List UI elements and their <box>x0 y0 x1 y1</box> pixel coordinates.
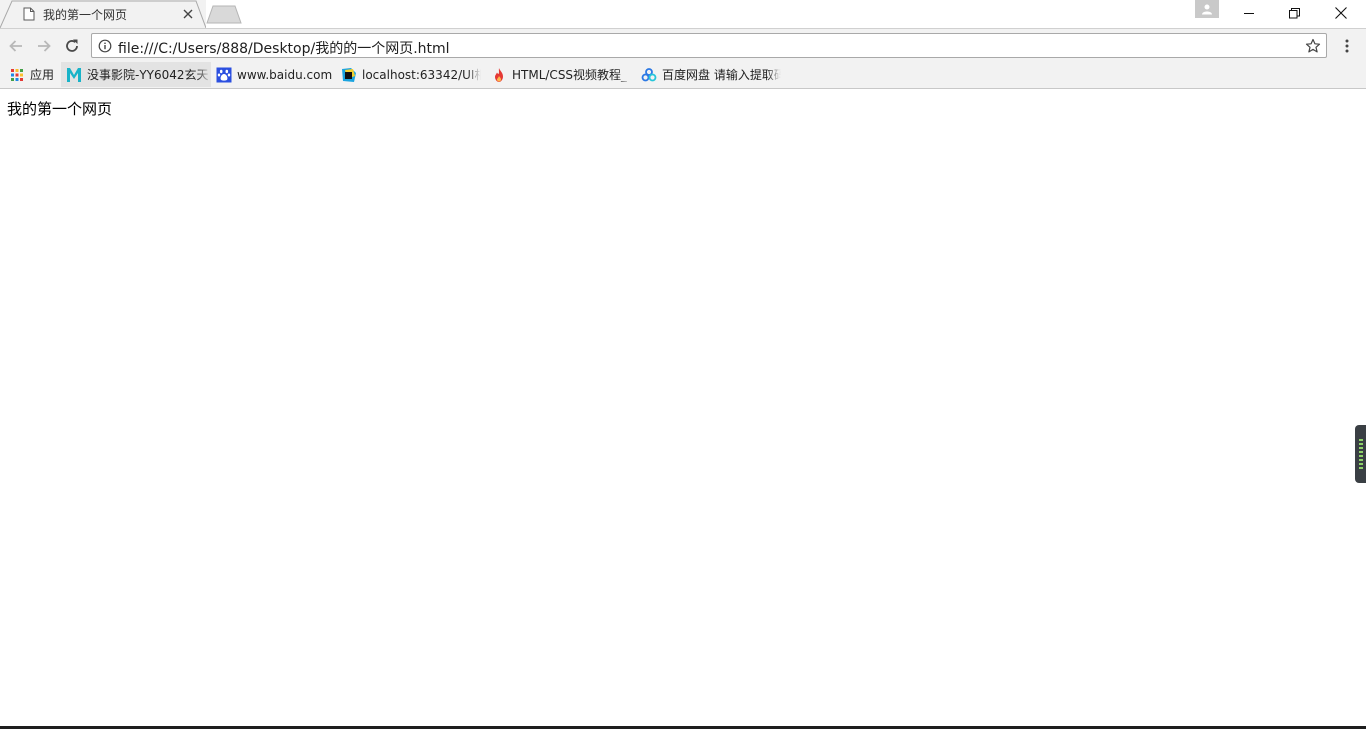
url-text[interactable]: file:///C:/Users/888/Desktop/我的的一个网页.htm… <box>118 38 450 58</box>
page-icon <box>23 7 35 21</box>
bookmark-label: 百度网盘 请输入提取码 <box>662 68 781 82</box>
close-icon <box>183 9 193 19</box>
signal-bars-icon <box>1359 439 1363 469</box>
page-body-text: 我的第一个网页 <box>7 100 113 118</box>
forward-button[interactable] <box>34 36 54 56</box>
tab-title: 我的第一个网页 <box>43 8 128 22</box>
apps-grid-icon <box>11 68 23 81</box>
window-minimize-button[interactable] <box>1227 0 1272 26</box>
browser-toolbar: file:///C:/Users/888/Desktop/我的的一个网页.htm… <box>0 28 1366 63</box>
new-tab-button[interactable] <box>206 5 242 24</box>
tab-strip: 我的第一个网页 <box>0 0 1366 28</box>
profile-button[interactable] <box>1195 0 1219 18</box>
minimize-icon <box>1244 12 1254 14</box>
kebab-menu-icon <box>1345 39 1349 53</box>
tab-active[interactable]: 我的第一个网页 <box>0 0 206 28</box>
bookmark-item[interactable]: 没事影院-YY6042玄天 <box>61 62 211 87</box>
bookmark-label: www.baidu.com <box>237 67 333 82</box>
fire-icon <box>495 67 503 82</box>
bookmark-item[interactable]: localhost:63342/UI相 <box>341 62 481 87</box>
baidu-netdisk-icon <box>641 67 657 81</box>
bookmark-item[interactable]: HTML/CSS视频教程_ <box>491 62 631 87</box>
info-icon[interactable] <box>98 39 112 53</box>
restore-icon <box>1289 7 1300 18</box>
bookmark-item[interactable]: 百度网盘 请输入提取码 <box>641 62 781 87</box>
m-logo-icon <box>67 67 81 82</box>
bookmark-label: 应用 <box>30 68 55 82</box>
arrow-right-icon <box>38 40 51 52</box>
arrow-left-icon <box>9 40 22 52</box>
close-icon <box>1334 7 1347 19</box>
bookmark-item[interactable]: www.baidu.com <box>216 62 332 87</box>
page-viewport: 我的第一个网页 <box>0 89 1366 726</box>
browser-menu-button[interactable] <box>1338 36 1356 56</box>
bookmark-label: 没事影院-YY6042玄天 <box>87 68 209 82</box>
window-close-button[interactable] <box>1318 0 1363 26</box>
baidu-paw-icon <box>216 67 232 82</box>
star-icon[interactable] <box>1305 38 1321 54</box>
tab-close-button[interactable] <box>181 7 195 21</box>
reload-button[interactable] <box>62 36 82 56</box>
reload-icon <box>66 39 78 52</box>
bookmarks-bar: 应用 没事影院-YY6042玄天 www.baidu.com localhost… <box>0 62 1366 89</box>
profile-icon <box>1202 4 1212 15</box>
new-tab-icon <box>206 5 242 24</box>
side-widget-handle[interactable] <box>1355 425 1366 483</box>
webstorm-icon <box>342 67 356 82</box>
window-restore-button[interactable] <box>1272 0 1317 26</box>
address-bar[interactable]: file:///C:/Users/888/Desktop/我的的一个网页.htm… <box>91 33 1327 58</box>
back-button[interactable] <box>6 36 26 56</box>
bookmark-apps[interactable]: 应用 <box>9 62 54 87</box>
bookmark-label: HTML/CSS视频教程_ <box>512 68 628 82</box>
bookmark-label: localhost:63342/UI相 <box>362 68 481 82</box>
